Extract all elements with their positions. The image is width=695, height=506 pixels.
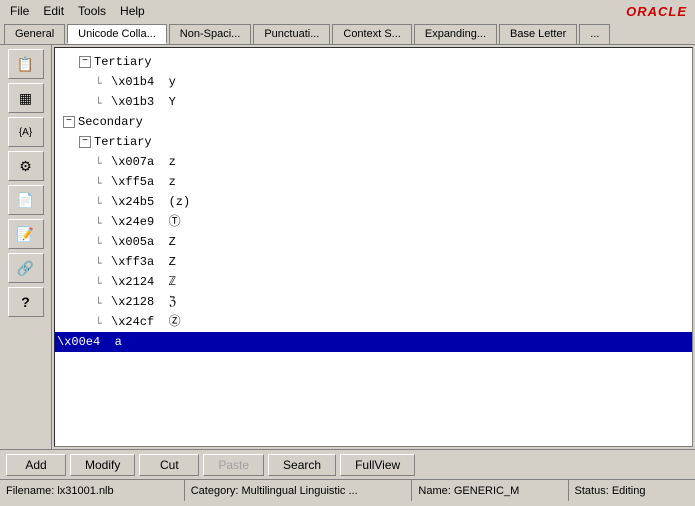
status-bar: Filename: lx31001.nlb Category: Multilin… <box>0 479 695 501</box>
tree-label-x00e4: \x00e4 a <box>57 333 122 351</box>
sidebar-btn-link[interactable]: 🔗 <box>8 253 44 283</box>
modify-button[interactable]: Modify <box>70 454 135 476</box>
name-status: Name: GENERIC_M <box>412 480 568 501</box>
category-status: Category: Multilingual Linguistic ... <box>185 480 413 501</box>
tree-row-x24e9[interactable]: └ \x24e9 Ⓣ <box>55 212 692 232</box>
menu-tools[interactable]: Tools <box>72 2 112 20</box>
tree-container: − Tertiary └ \x01b4 y └ \x01b3 Y − Secon… <box>54 47 693 447</box>
tree-row-secondary[interactable]: − Secondary <box>55 112 692 132</box>
editing-status: Status: Editing <box>569 480 695 501</box>
edit-icon: 📝 <box>17 226 34 243</box>
expand-icon-tertiary-1[interactable]: − <box>79 56 91 68</box>
sidebar-btn-help[interactable]: ? <box>8 287 44 317</box>
tab-unicode-colla[interactable]: Unicode Colla... <box>67 24 167 44</box>
tab-non-spaci[interactable]: Non-Spaci... <box>169 24 252 44</box>
tree-label-xff3a: \xff3a Z <box>111 253 176 271</box>
tree-row-x24cf[interactable]: └ \x24cf Ⓩ <box>55 312 692 332</box>
tree-label-x005a: \x005a Z <box>111 233 176 251</box>
tree-label-x007a: \x007a z <box>111 153 176 171</box>
leaf-connector-x005a: └ <box>95 236 109 248</box>
tree-label-x24cf: \x24cf Ⓩ <box>111 313 181 331</box>
menu-bar: File Edit Tools Help ORACLE <box>0 0 695 22</box>
leaf-connector-x24e9: └ <box>95 216 109 228</box>
menu-help[interactable]: Help <box>114 2 151 20</box>
sidebar-btn-edit[interactable]: 📝 <box>8 219 44 249</box>
fullview-button[interactable]: FullView <box>340 454 415 476</box>
leaf-connector-x01b3: └ <box>95 96 109 108</box>
tree-row-x2128[interactable]: └ \x2128 ℨ <box>55 292 692 312</box>
oracle-logo: ORACLE <box>626 4 687 19</box>
tree-label-x2124: \x2124 ℤ <box>111 273 176 291</box>
tree-row-tertiary-1[interactable]: − Tertiary <box>55 52 692 72</box>
document-icon: 📄 <box>17 192 34 209</box>
tree-row-x24b5[interactable]: └ \x24b5 (z) <box>55 192 692 212</box>
tree-scroll[interactable]: − Tertiary └ \x01b4 y └ \x01b3 Y − Secon… <box>55 48 692 446</box>
tree-label-x01b3: \x01b3 Y <box>111 93 176 111</box>
link-icon: 🔗 <box>17 260 34 277</box>
help-icon: ? <box>21 294 30 310</box>
tree-row-x007a[interactable]: └ \x007a z <box>55 152 692 172</box>
search-button[interactable]: Search <box>268 454 336 476</box>
tree-label-tertiary-1: Tertiary <box>94 53 152 71</box>
menu-edit[interactable]: Edit <box>37 2 70 20</box>
tree-row-x01b4[interactable]: └ \x01b4 y <box>55 72 692 92</box>
tree-label-x24e9: \x24e9 Ⓣ <box>111 213 181 231</box>
menu-file[interactable]: File <box>4 2 35 20</box>
tree-row-x01b3[interactable]: └ \x01b3 Y <box>55 92 692 112</box>
tree-label-x01b4: \x01b4 y <box>111 73 176 91</box>
menu-items: File Edit Tools Help <box>4 2 151 20</box>
sidebar-btn-document[interactable]: 📄 <box>8 185 44 215</box>
sidebar-btn-text[interactable]: {A} <box>8 117 44 147</box>
text-icon: {A} <box>19 127 32 138</box>
grid-icon: ▦ <box>19 90 32 107</box>
button-bar: Add Modify Cut Paste Search FullView <box>0 449 695 479</box>
tree-row-tertiary-2[interactable]: − Tertiary <box>55 132 692 152</box>
tab-more[interactable]: ... <box>579 24 610 44</box>
tree-label-x2128: \x2128 ℨ <box>111 293 176 311</box>
sidebar-btn-settings[interactable]: ⚙ <box>8 151 44 181</box>
leaf-connector-x007a: └ <box>95 156 109 168</box>
tab-expanding[interactable]: Expanding... <box>414 24 497 44</box>
leaf-connector-x01b4: └ <box>95 76 109 88</box>
sidebar-btn-grid[interactable]: ▦ <box>8 83 44 113</box>
leaf-connector-x24cf: └ <box>95 316 109 328</box>
sidebar-btn-clipboard[interactable]: 📋 <box>8 49 44 79</box>
tree-row-x2124[interactable]: └ \x2124 ℤ <box>55 272 692 292</box>
tree-label-x24b5: \x24b5 (z) <box>111 193 190 211</box>
leaf-connector-x2124: └ <box>95 276 109 288</box>
tree-label-secondary: Secondary <box>78 113 143 131</box>
paste-button[interactable]: Paste <box>203 454 264 476</box>
leaf-connector-x24b5: └ <box>95 196 109 208</box>
tab-base-letter[interactable]: Base Letter <box>499 24 577 44</box>
tab-general[interactable]: General <box>4 24 65 44</box>
expand-icon-tertiary-2[interactable]: − <box>79 136 91 148</box>
tree-label-tertiary-2: Tertiary <box>94 133 152 151</box>
cut-button[interactable]: Cut <box>139 454 199 476</box>
tree-row-xff3a[interactable]: └ \xff3a Z <box>55 252 692 272</box>
tab-context-s[interactable]: Context S... <box>332 24 411 44</box>
sidebar: 📋 ▦ {A} ⚙ 📄 📝 🔗 ? <box>0 45 52 449</box>
tree-row-x005a[interactable]: └ \x005a Z <box>55 232 692 252</box>
tabs-bar: General Unicode Colla... Non-Spaci... Pu… <box>0 22 695 45</box>
tree-row-xff5a[interactable]: └ \xff5a z <box>55 172 692 192</box>
filename-status: Filename: lx31001.nlb <box>0 480 185 501</box>
settings-icon: ⚙ <box>19 158 32 175</box>
tree-row-x00e4-selected[interactable]: \x00e4 a <box>55 332 692 352</box>
clipboard-icon: 📋 <box>17 56 34 73</box>
leaf-connector-xff5a: └ <box>95 176 109 188</box>
tree-label-xff5a: \xff5a z <box>111 173 176 191</box>
leaf-connector-xff3a: └ <box>95 256 109 268</box>
add-button[interactable]: Add <box>6 454 66 476</box>
leaf-connector-x2128: └ <box>95 296 109 308</box>
tab-punctuati[interactable]: Punctuati... <box>253 24 330 44</box>
expand-icon-secondary[interactable]: − <box>63 116 75 128</box>
main-area: 📋 ▦ {A} ⚙ 📄 📝 🔗 ? − Tertiary <box>0 45 695 449</box>
